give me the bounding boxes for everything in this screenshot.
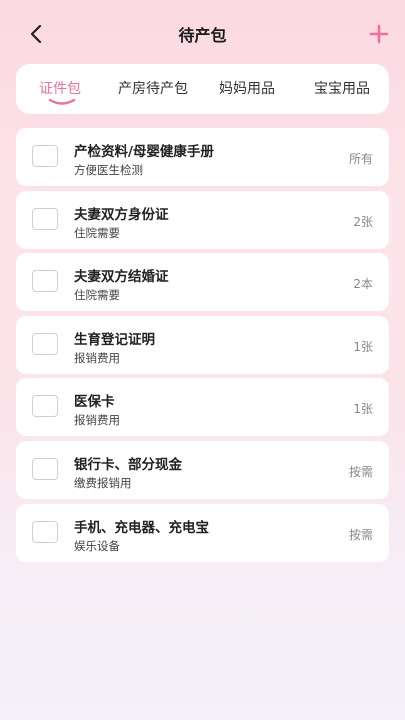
item-subtitle: 报销费用: [74, 413, 120, 428]
item-title: 生育登记证明: [74, 331, 155, 348]
checklist: 产检资料/母婴健康手册 方便医生检测 所有 夫妻双方身份证 住院需要 2张 夫妻…: [16, 128, 389, 566]
item-subtitle: 娱乐设备: [74, 538, 120, 553]
item-quantity: 2本: [353, 277, 373, 292]
item-title: 夫妻双方身份证: [74, 206, 169, 223]
item-checkbox[interactable]: [32, 270, 58, 293]
item-quantity: 1张: [353, 402, 373, 417]
active-tab-indicator: [48, 98, 76, 105]
header-bar: 待产包: [0, 0, 405, 68]
list-item[interactable]: 生育登记证明 报销费用 1张: [16, 315, 389, 374]
item-subtitle: 住院需要: [74, 288, 120, 303]
list-item[interactable]: 银行卡、部分现金 缴费报销用 按需: [16, 440, 389, 499]
category-tabs: 证件包 产房待产包 妈妈用品 宝宝用品: [16, 64, 389, 114]
item-subtitle: 住院需要: [74, 225, 120, 240]
item-quantity: 按需: [348, 527, 373, 542]
item-quantity: 1张: [353, 339, 373, 354]
tab-mom-items[interactable]: 妈妈用品: [219, 64, 275, 114]
item-quantity: 所有: [348, 152, 373, 166]
list-item[interactable]: 夫妻双方身份证 住院需要 2张: [16, 190, 389, 249]
item-title: 夫妻双方结婚证: [74, 269, 169, 286]
item-checkbox[interactable]: [32, 457, 58, 480]
page-title: 待产包: [178, 26, 227, 45]
item-subtitle: 报销费用: [74, 350, 120, 365]
tab-delivery-room[interactable]: 产房待产包: [118, 64, 188, 114]
tab-baby-items[interactable]: 宝宝用品: [314, 64, 370, 114]
item-checkbox[interactable]: [32, 207, 58, 230]
list-item[interactable]: 手机、充电器、充电宝 娱乐设备 按需: [16, 503, 389, 562]
item-quantity: 按需: [348, 464, 373, 479]
item-title: 产检资料/母婴健康手册: [74, 144, 214, 160]
item-quantity: 2张: [353, 214, 373, 229]
tab-documents[interactable]: 证件包: [39, 64, 81, 114]
list-item[interactable]: 医保卡 报销费用 1张: [16, 378, 389, 437]
list-item[interactable]: 产检资料/母婴健康手册 方便医生检测 所有: [16, 128, 389, 186]
item-title: 手机、充电器、充电宝: [74, 519, 209, 536]
item-subtitle: 缴费报销用: [74, 475, 132, 490]
item-title: 银行卡、部分现金: [74, 456, 182, 473]
list-item[interactable]: 夫妻双方结婚证 住院需要 2本: [16, 253, 389, 312]
add-button[interactable]: [365, 20, 393, 48]
plus-icon: [369, 24, 389, 44]
item-checkbox[interactable]: [32, 395, 58, 418]
item-checkbox[interactable]: [32, 145, 58, 167]
item-title: 医保卡: [74, 394, 115, 411]
item-checkbox[interactable]: [32, 332, 58, 355]
item-checkbox[interactable]: [32, 520, 58, 543]
item-subtitle: 方便医生检测: [74, 163, 143, 177]
